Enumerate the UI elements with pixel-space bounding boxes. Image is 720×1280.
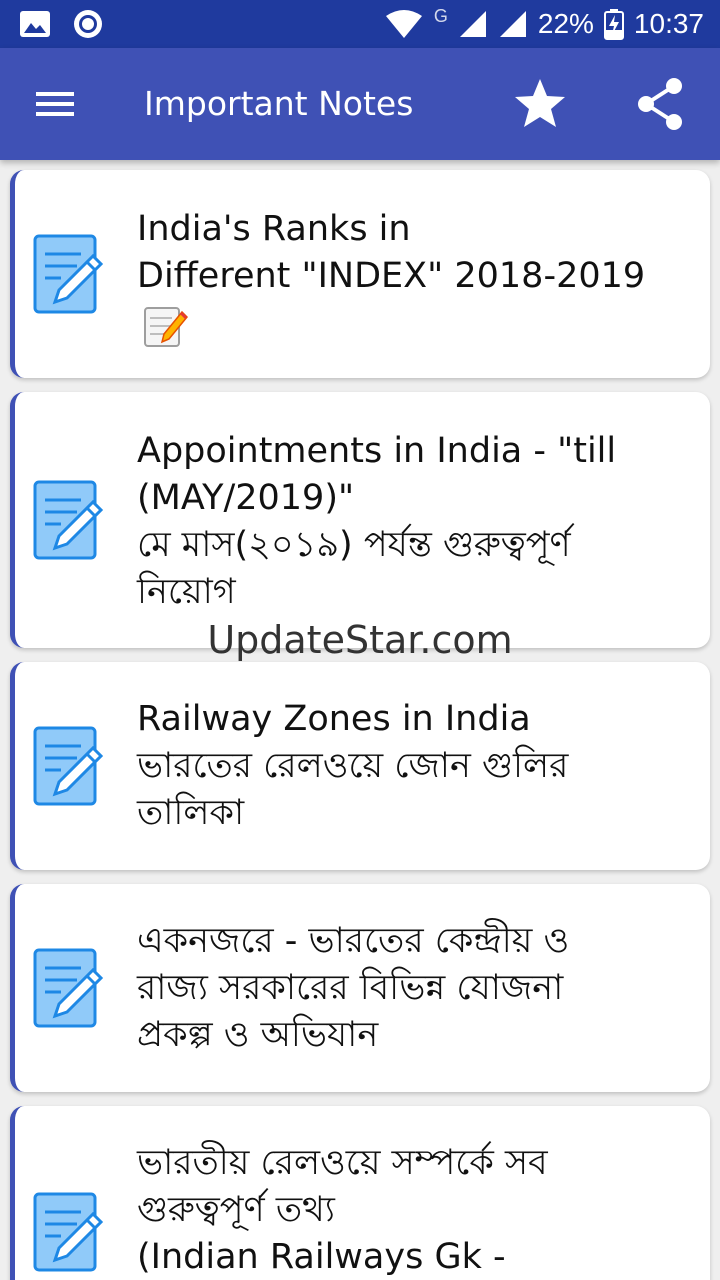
note-title: India's Ranks in Different "INDEX" 2018-… bbox=[137, 209, 646, 296]
note-card[interactable]: একনজরে - ভারতের কেন্দ্রীয় ও রাজ্য সরকার… bbox=[10, 884, 710, 1092]
battery-charging-icon bbox=[603, 9, 624, 40]
hamburger-menu-icon bbox=[36, 92, 74, 116]
status-system: G 22% 10:37 bbox=[384, 6, 704, 42]
note-edit-icon bbox=[33, 234, 104, 314]
battery-percent: 22% bbox=[537, 8, 594, 39]
notes-list: India's Ranks in Different "INDEX" 2018-… bbox=[0, 168, 720, 1280]
note-card[interactable]: Railway Zones in India ভারতের রেলওয়ে জো… bbox=[10, 662, 710, 870]
menu-button[interactable] bbox=[30, 82, 82, 126]
page-title: Important Notes bbox=[144, 84, 414, 123]
circle-record-icon bbox=[74, 10, 102, 38]
share-button[interactable] bbox=[630, 74, 690, 134]
note-edit-icon bbox=[33, 480, 104, 560]
favorite-button[interactable] bbox=[510, 74, 570, 134]
note-title: Appointments in India - "till (MAY/2019)… bbox=[137, 431, 617, 612]
note-edit-icon bbox=[33, 1192, 104, 1272]
app-bar: Important Notes bbox=[0, 48, 720, 160]
note-edit-icon bbox=[33, 948, 104, 1028]
note-card[interactable]: ভারতীয় রেলওয়ে সম্পর্কে সব গুরুত্বপূর্ণ… bbox=[10, 1106, 710, 1280]
note-card[interactable]: India's Ranks in Different "INDEX" 2018-… bbox=[10, 170, 710, 378]
note-title: Railway Zones in India ভারতের রেলওয়ে জো… bbox=[137, 699, 569, 833]
note-title: ভারতীয় রেলওয়ে সম্পর্কে সব গুরুত্বপূর্ণ… bbox=[137, 1143, 548, 1277]
share-icon bbox=[638, 78, 682, 130]
note-edit-icon bbox=[33, 726, 104, 806]
clock: 10:37 bbox=[633, 8, 704, 39]
star-icon bbox=[515, 79, 565, 127]
note-title: একনজরে - ভারতের কেন্দ্রীয় ও রাজ্য সরকার… bbox=[137, 921, 570, 1055]
network-type-label: G bbox=[433, 6, 448, 26]
status-bar: G 22% 10:37 bbox=[0, 0, 720, 48]
signal-icon bbox=[499, 11, 526, 37]
signal-icon bbox=[459, 11, 486, 37]
memo-icon bbox=[144, 307, 188, 347]
status-notifications bbox=[18, 8, 104, 40]
wifi-icon bbox=[385, 10, 422, 38]
note-card[interactable]: Appointments in India - "till (MAY/2019)… bbox=[10, 392, 710, 648]
image-icon bbox=[20, 11, 50, 37]
